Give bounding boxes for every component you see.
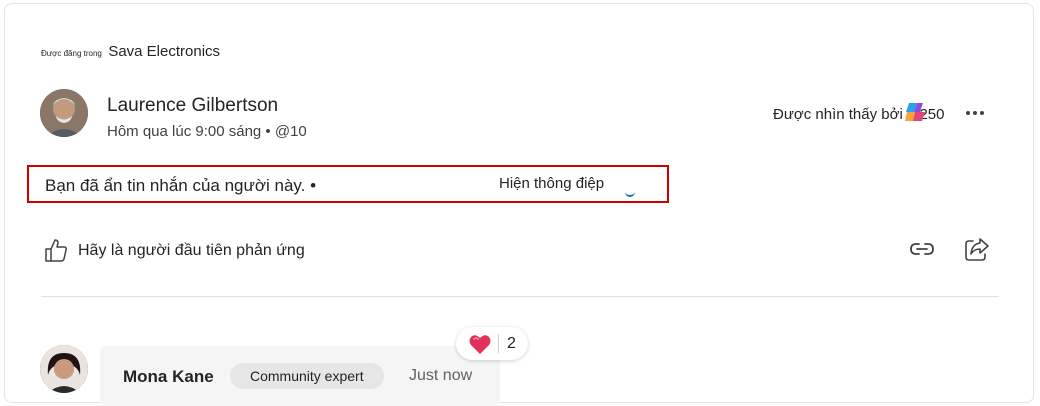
like-icon [45,239,67,262]
author-avatar[interactable] [40,89,88,137]
copilot-icon[interactable] [903,100,929,124]
posted-in-prefix: Được đăng trong [41,49,102,58]
community-link[interactable]: Sava Electronics [108,43,220,60]
more-options-button[interactable] [962,100,988,126]
react-prompt: Hãy là người đầu tiên phản ứng [78,242,305,259]
show-message-button[interactable]: Hiện thông điệp [499,175,604,192]
community-expert-badge: Community expert [230,363,384,389]
share-button[interactable] [963,235,991,263]
heart-icon [469,335,491,354]
hidden-message-notice: Bạn đã ẩn tin nhắn của người này. • Hiện… [27,165,669,203]
link-icon [910,243,934,255]
reply-timestamp: Just now [409,367,473,384]
posted-in-line: Được đăng trong Sava Electronics [41,43,220,61]
share-icon [965,238,989,261]
post-meta: Hôm qua lúc 9:00 sáng • @10 [107,123,307,140]
show-message-indicator [625,191,635,197]
reply-author-avatar[interactable] [40,345,88,393]
reaction-separator [498,334,499,353]
reaction-count: 2 [507,335,516,352]
copy-link-button[interactable] [909,237,935,261]
author-name[interactable]: Laurence Gilbertson [107,95,278,117]
reaction-summary[interactable]: 2 [456,327,528,360]
section-divider [41,296,999,297]
more-icon [966,111,984,115]
reply-bubble: Mona Kane Community expert Just now [100,346,500,406]
like-button[interactable] [44,237,68,263]
hidden-message-text: Bạn đã ẩn tin nhắn của người này. • [45,176,317,195]
reply-author-name[interactable]: Mona Kane [123,367,214,387]
